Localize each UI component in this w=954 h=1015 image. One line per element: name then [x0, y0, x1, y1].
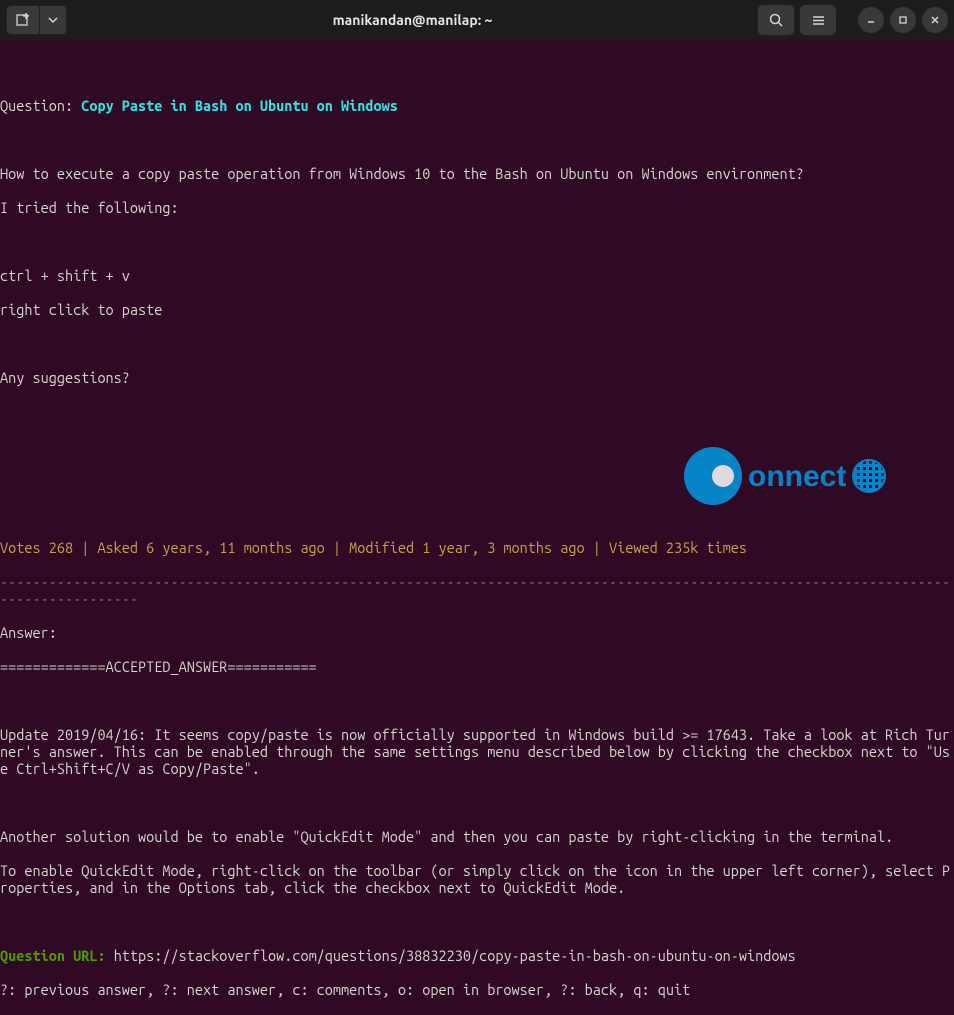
search-icon: [769, 13, 784, 28]
divider-line: ----------------------------------------…: [0, 573, 954, 607]
titlebar-left-group: [6, 5, 67, 35]
question-label: Question:: [0, 97, 81, 114]
empty-line: [0, 692, 954, 709]
new-tab-icon: [15, 12, 31, 28]
answer-line: Update 2019/04/16: It seems copy/paste i…: [0, 726, 954, 777]
close-icon: [930, 15, 940, 25]
body-line: ctrl + shift + v: [0, 267, 954, 284]
body-line: I tried the following:: [0, 199, 954, 216]
hamburger-icon: [811, 13, 826, 28]
new-tab-button[interactable]: [6, 5, 40, 35]
empty-line: [0, 505, 954, 522]
terminal-content[interactable]: Question: Copy Paste in Bash on Ubuntu o…: [0, 40, 954, 1015]
url-label: Question URL:: [0, 947, 114, 964]
menu-button[interactable]: [800, 5, 836, 35]
empty-line: [0, 63, 954, 80]
titlebar-right-group: [758, 5, 948, 35]
window-titlebar: manikandan@manilap: ~: [0, 0, 954, 40]
body-line: How to execute a copy paste operation fr…: [0, 165, 954, 182]
url-line: Question URL: https://stackoverflow.com/…: [0, 947, 954, 964]
question-url: https://stackoverflow.com/questions/3883…: [114, 947, 796, 964]
tab-dropdown-button[interactable]: [39, 5, 67, 35]
window-title: manikandan@manilap: ~: [73, 12, 752, 29]
empty-line: [0, 131, 954, 148]
answer-line: To enable QuickEdit Mode, right-click on…: [0, 862, 954, 896]
maximize-icon: [898, 15, 908, 25]
maximize-button[interactable]: [890, 7, 916, 33]
meta-line: Votes 268 | Asked 6 years, 11 months ago…: [0, 539, 954, 556]
answer-line: Another solution would be to enable "Qui…: [0, 828, 954, 845]
search-button[interactable]: [758, 5, 794, 35]
body-line: right click to paste: [0, 301, 954, 318]
empty-line: [0, 913, 954, 930]
chevron-down-icon: [48, 15, 58, 25]
empty-line: [0, 233, 954, 250]
empty-line: [0, 794, 954, 811]
accepted-marker: =============ACCEPTED_ANSWER===========: [0, 658, 954, 675]
minimize-icon: [866, 15, 876, 25]
body-line: Any suggestions?: [0, 369, 954, 386]
answer-label: Answer:: [0, 624, 954, 641]
empty-line: [0, 471, 954, 488]
help-line: ?: previous answer, ?: next answer, c: c…: [0, 981, 954, 998]
minimize-button[interactable]: [858, 7, 884, 33]
question-line: Question: Copy Paste in Bash on Ubuntu o…: [0, 97, 954, 114]
close-button[interactable]: [922, 7, 948, 33]
empty-line: [0, 335, 954, 352]
empty-line: [0, 437, 954, 454]
empty-line: [0, 403, 954, 420]
question-title: Copy Paste in Bash on Ubuntu on Windows: [81, 97, 398, 114]
